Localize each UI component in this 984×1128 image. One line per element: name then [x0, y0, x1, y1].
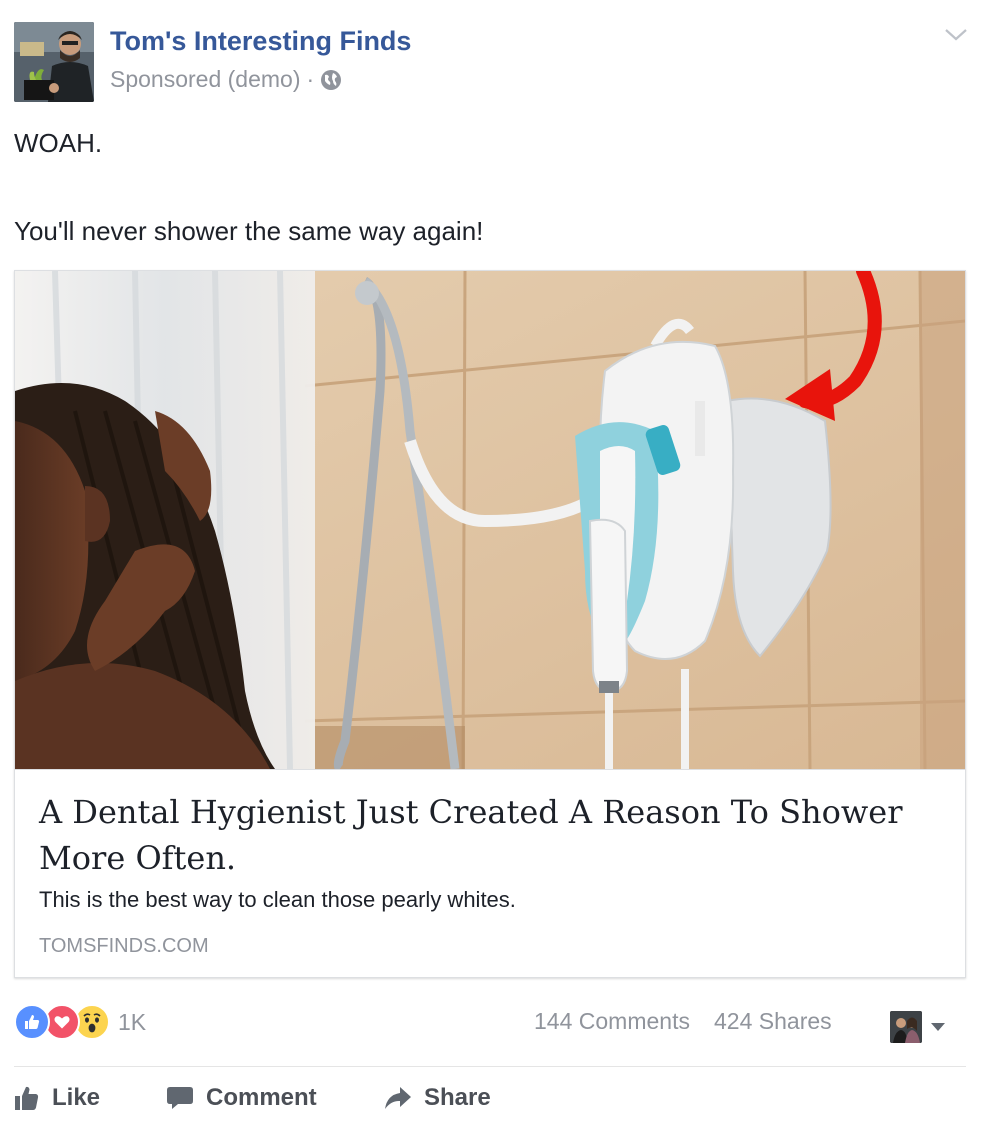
link-title[interactable]: A Dental Hygienist Just Created A Reason… [39, 789, 939, 881]
comment-button[interactable]: Comment [166, 1080, 317, 1116]
like-reaction-icon [14, 1004, 50, 1040]
share-button[interactable]: Share [384, 1080, 491, 1116]
reaction-count[interactable]: 1K [118, 1009, 146, 1036]
like-button-label: Like [52, 1084, 101, 1111]
link-domain: TOMSFINDS.COM [39, 935, 209, 957]
post-text-line-2: You'll never shower the same way again! [14, 216, 484, 246]
link-preview-card[interactable]: A Dental Hygienist Just Created A Reason… [14, 270, 966, 978]
sponsored-post: Tom's Interesting Finds Sponsored (demo)… [0, 0, 984, 1128]
page-name-link[interactable]: Tom's Interesting Finds [110, 26, 411, 57]
action-bar-divider [14, 1066, 966, 1067]
share-arrow-icon [385, 1087, 411, 1109]
page-avatar-photo [14, 22, 94, 102]
post-text-line-1: WOAH. [14, 128, 103, 158]
caret-down-icon[interactable] [930, 1020, 946, 1032]
globe-icon[interactable] [320, 69, 342, 91]
link-description: This is the best way to clean those pear… [39, 887, 516, 912]
thumbs-up-icon [15, 1086, 39, 1110]
comment-button-label: Comment [206, 1084, 317, 1111]
like-button[interactable]: Like [14, 1080, 100, 1116]
meta-separator: · [306, 66, 315, 92]
share-button-label: Share [424, 1084, 491, 1111]
shares-count-link[interactable]: 424 Shares [714, 1008, 832, 1035]
viewer-avatar[interactable] [890, 1011, 922, 1043]
chevron-down-icon[interactable] [942, 24, 970, 44]
product-photo [15, 271, 965, 769]
sponsored-label[interactable]: Sponsored (demo) [110, 66, 301, 93]
speech-bubble-icon [167, 1087, 193, 1109]
shower-flosser-image[interactable] [15, 271, 965, 770]
comments-count-link[interactable]: 144 Comments [534, 1008, 690, 1035]
page-avatar[interactable] [14, 22, 94, 102]
reactions-summary[interactable]: 1K [14, 1004, 146, 1040]
post-meta: Sponsored (demo) · [110, 66, 342, 93]
